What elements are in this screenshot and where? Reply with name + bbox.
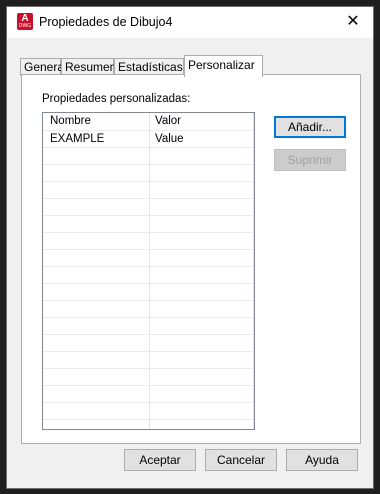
row-divider bbox=[43, 181, 254, 182]
ok-button[interactable]: Aceptar bbox=[124, 449, 196, 471]
row-divider bbox=[43, 164, 254, 165]
row-divider bbox=[43, 368, 254, 369]
row-divider bbox=[43, 402, 254, 403]
property-value: Value bbox=[155, 133, 184, 145]
row-divider bbox=[43, 300, 254, 301]
cancel-button[interactable]: Cancelar bbox=[205, 449, 277, 471]
row-divider bbox=[43, 147, 254, 148]
help-button[interactable]: Ayuda bbox=[286, 449, 358, 471]
delete-button[interactable]: Suprimir bbox=[274, 149, 346, 171]
custom-properties-list[interactable]: Nombre Valor EXAMPLE Value bbox=[42, 112, 255, 430]
row-divider bbox=[43, 283, 254, 284]
column-separator bbox=[149, 113, 150, 429]
column-header-value[interactable]: Valor bbox=[155, 115, 181, 127]
list-header: Nombre Valor bbox=[43, 113, 254, 130]
property-name: EXAMPLE bbox=[50, 133, 105, 145]
row-divider bbox=[43, 351, 254, 352]
header-divider bbox=[43, 130, 254, 131]
row-divider bbox=[43, 232, 254, 233]
properties-dialog: A DWG Propiedades de Dibujo4 ✕ General R… bbox=[6, 6, 374, 489]
close-icon[interactable]: ✕ bbox=[333, 7, 373, 37]
row-divider bbox=[43, 249, 254, 250]
add-button[interactable]: Añadir... bbox=[274, 116, 346, 138]
row-divider bbox=[43, 385, 254, 386]
column-header-name[interactable]: Nombre bbox=[50, 115, 91, 127]
row-divider bbox=[43, 419, 254, 420]
row-divider bbox=[43, 198, 254, 199]
list-edge bbox=[253, 113, 254, 429]
row-divider bbox=[43, 266, 254, 267]
window-title: Propiedades de Dibujo4 bbox=[39, 15, 173, 29]
autocad-app-icon: A DWG bbox=[17, 13, 33, 30]
title-bar[interactable]: A DWG Propiedades de Dibujo4 ✕ bbox=[7, 7, 373, 38]
row-divider bbox=[43, 317, 254, 318]
tab-personalizar[interactable]: Personalizar bbox=[184, 55, 263, 77]
custom-properties-panel: Propiedades personalizadas: Nombre Valor… bbox=[21, 74, 361, 444]
row-divider bbox=[43, 215, 254, 216]
row-divider bbox=[43, 334, 254, 335]
custom-properties-label: Propiedades personalizadas: bbox=[42, 93, 191, 105]
